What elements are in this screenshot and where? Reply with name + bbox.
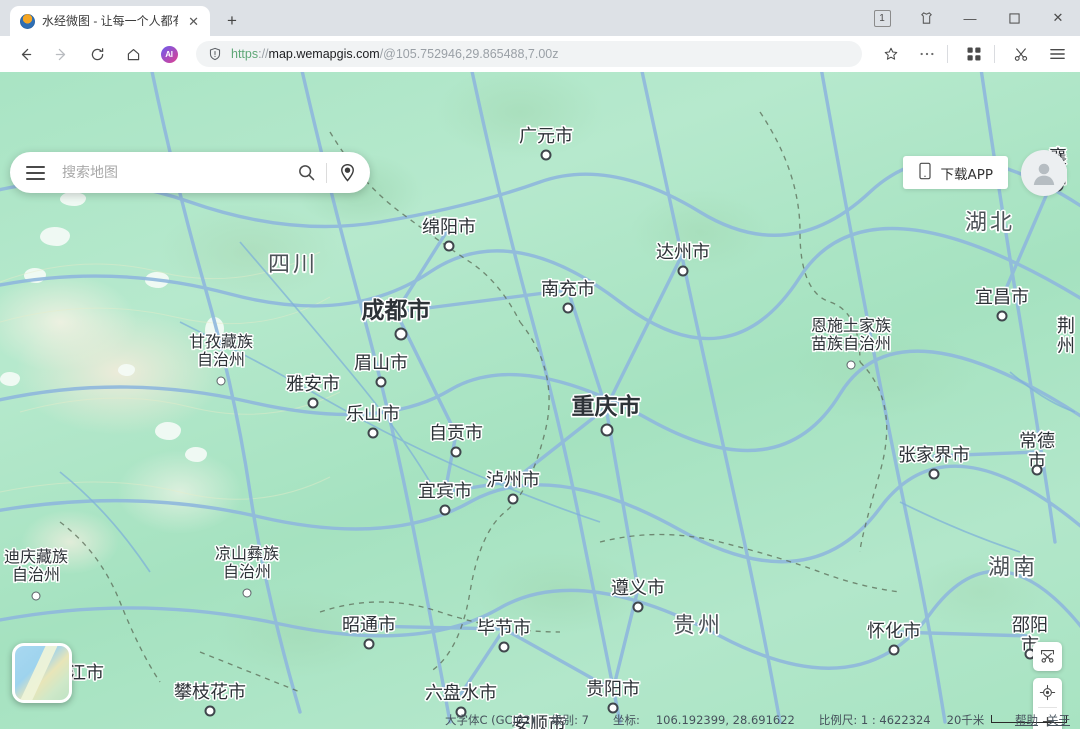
help-link[interactable]: 帮助 [1015,712,1038,728]
toolbar-divider-2 [994,45,995,63]
browser-menu-icon[interactable] [1042,39,1072,69]
url-scheme: https [231,47,259,61]
tab-strip: 水经微图 - 让每一个人都有自 ✕ + [10,6,244,36]
coordinate-value: 106.192399, 28.691622 [655,712,795,727]
tab-count-badge[interactable]: 1 [860,0,904,36]
scale-distance-label: 20千米 [946,712,985,727]
browser-tab[interactable]: 水经微图 - 让每一个人都有自 ✕ [10,6,210,36]
location-pin-icon[interactable] [330,156,364,190]
about-link[interactable]: 关于 [1047,712,1070,728]
maximize-button[interactable] [992,0,1036,36]
browser-window: 水经微图 - 让每一个人都有自 ✕ + 1 — ✕ [0,0,1080,729]
toolbar-actions [870,39,1080,69]
security-shield-icon [208,47,222,61]
status-links: 帮助 关于 [1015,712,1070,728]
new-tab-button[interactable]: + [220,6,244,36]
title-bar: 水经微图 - 让每一个人都有自 ✕ + 1 — ✕ [0,0,1080,36]
tab-title: 水经微图 - 让每一个人都有自 [42,14,178,28]
home-button[interactable] [118,39,148,69]
more-options-icon[interactable] [912,39,942,69]
screenshot-scissors-icon[interactable] [1006,39,1036,69]
bookmark-star-icon[interactable] [876,39,906,69]
skin-icon[interactable] [904,0,948,36]
user-avatar[interactable] [1021,150,1067,196]
url-host: map.wemapgis.com [268,47,380,61]
favicon-icon [20,13,35,29]
map-search-bar[interactable] [10,152,370,193]
toolbar-divider [947,45,948,63]
locate-me-button[interactable] [1033,678,1062,707]
basemap-switcher[interactable] [12,643,72,703]
reload-button[interactable] [82,39,112,69]
url-text: https://map.wemapgis.com/@105.752946,29.… [231,47,559,61]
search-input[interactable] [60,163,289,182]
search-icon[interactable] [289,156,323,190]
zoom-level-label: 级别: 7 [551,712,589,727]
ai-assistant-icon[interactable]: AI [154,39,184,69]
download-app-button[interactable]: 下载APP [903,156,1008,189]
minimize-button[interactable]: — [948,0,992,36]
extensions-grid-icon[interactable] [959,39,989,69]
coordinate-label: 坐标: [612,712,640,727]
terrain-contours [0,251,341,500]
back-button[interactable] [10,39,40,69]
browser-toolbar: AI https://map.wemapgis.com/@105.752946,… [0,36,1080,72]
search-divider [326,162,327,183]
window-controls: 1 — ✕ [860,0,1080,36]
url-separator: :// [258,47,269,61]
close-window-button[interactable]: ✕ [1036,0,1080,36]
close-tab-icon[interactable]: ✕ [185,13,202,30]
measure-tool-button[interactable] [1033,642,1062,671]
download-app-label: 下载APP [940,166,993,183]
scale-ratio-label: 比例尺: 1 : 4622324 [818,712,931,727]
phone-icon [918,162,932,184]
map-status-bar: 大字体C (GCJ02) 级别: 7 坐标: 106.192399, 28.69… [0,710,1080,729]
address-bar[interactable]: https://map.wemapgis.com/@105.752946,29.… [196,41,862,67]
hamburger-icon[interactable] [26,165,45,180]
basemap-thumbnail [19,646,58,700]
forward-button[interactable] [46,39,76,69]
font-mode-label: 大字体C (GCJ02) [445,712,536,727]
url-path: /@105.752946,29.865488,7.00z [379,47,559,61]
map-canvas[interactable]: 四川 湖北 湖南 贵州 成都市 重庆市 广元市 绵阳市 达州市 南充市 宜昌市 雅安市 眉山市 乐山市 自贡… [0,72,1080,729]
